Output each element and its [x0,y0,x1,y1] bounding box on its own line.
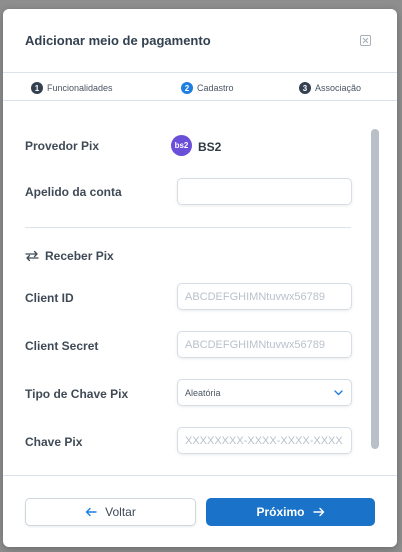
stepper: 1 Funcionalidades 2 Cadastro 3 Associaçã… [3,73,397,101]
transfer-arrows-icon [25,250,39,262]
client-secret-input[interactable]: ABCDEFGHIMNtuvwx56789 [177,331,352,358]
back-button[interactable]: Voltar [25,498,196,526]
step-cadastro[interactable]: 2 Cadastro [181,82,234,94]
provider-label: Provedor Pix [25,139,100,153]
client-id-label: Client ID [25,291,74,305]
step-number: 2 [181,82,193,94]
step-label: Cadastro [197,83,234,93]
key-type-select[interactable]: Aleatória [177,379,352,406]
step-label: Funcionalidades [47,83,113,93]
pix-key-label: Chave Pix [25,435,83,449]
bs2-logo: bs2 [171,135,192,156]
close-button[interactable] [360,35,371,46]
client-secret-label: Client Secret [25,339,99,353]
chevron-down-icon [334,389,343,395]
nickname-input[interactable] [177,178,352,205]
client-id-input[interactable]: ABCDEFGHIMNtuvwx56789 [177,283,352,310]
payment-method-modal: Adicionar meio de pagamento 1 Funcionali… [3,9,397,547]
modal-title: Adicionar meio de pagamento [25,33,211,48]
provider-name: BS2 [198,140,222,154]
arrow-right-icon [312,507,325,517]
close-icon [362,37,369,44]
arrow-left-icon [85,507,97,517]
scrollbar-thumb[interactable] [371,129,379,449]
next-button-label: Próximo [256,505,305,519]
back-button-label: Voltar [105,505,136,519]
step-number: 3 [299,82,311,94]
step-label: Associação [315,83,362,93]
key-type-label: Tipo de Chave Pix [25,387,129,401]
nickname-label: Apelido da conta [25,185,122,199]
key-type-value: Aleatória [185,387,221,398]
step-number: 1 [31,82,43,94]
next-button[interactable]: Próximo [206,498,375,526]
step-associacao[interactable]: 3 Associação [299,82,361,94]
section-title: Receber Pix [45,249,114,263]
step-funcionalidades[interactable]: 1 Funcionalidades [31,82,113,94]
pix-key-input[interactable]: XXXXXXXX-XXXX-XXXX-XXXX [177,427,352,454]
receive-pix-section: Receber Pix [25,249,114,263]
section-divider [25,227,351,228]
modal-header: Adicionar meio de pagamento [3,9,397,73]
